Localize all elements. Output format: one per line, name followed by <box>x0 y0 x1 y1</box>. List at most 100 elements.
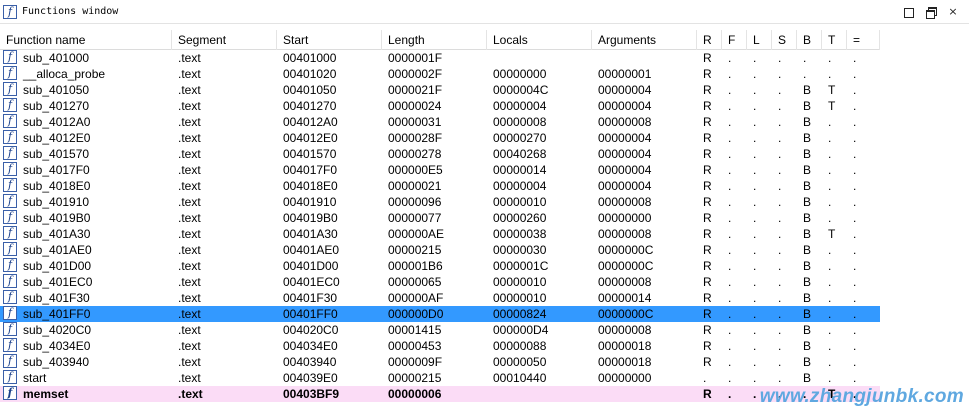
table-row[interactable]: f memset .text 00403BF9 00000006 R.... T. <box>0 386 880 402</box>
start-cell: 00401F30 <box>283 291 338 305</box>
flag-t-cell: . <box>828 259 832 273</box>
function-name: sub_4017F0 <box>23 163 90 177</box>
function-name: sub_4018E0 <box>23 179 91 193</box>
arguments-cell: 00000004 <box>598 99 652 113</box>
flag-f-cell: . <box>728 307 732 321</box>
segment-cell: .text <box>178 243 201 257</box>
function-icon: f <box>3 386 17 400</box>
flag-s-cell: . <box>778 67 782 81</box>
table-row[interactable]: f sub_401000 .text 00401000 0000001F R...... <box>0 50 880 66</box>
flag-b-cell: B <box>803 323 812 337</box>
flag-f-cell: . <box>728 371 732 385</box>
table-row[interactable]: f sub_401910 .text 00401910 00000096 00000010… <box>0 194 880 210</box>
table-row[interactable]: f sub_401A30 .text 00401A30 000000AE 00000038… <box>0 226 880 242</box>
column-header-start[interactable]: Start <box>277 29 382 50</box>
segment-cell: .text <box>178 275 201 289</box>
function-name-cell: f sub_403940 <box>0 354 172 370</box>
length-cell: 00000006 <box>388 387 442 401</box>
flag-eq-cell: . <box>853 115 857 129</box>
flag-r-cell: R <box>703 259 712 273</box>
length-cell: 00000278 <box>388 147 442 161</box>
function-name-cell: f sub_4019B0 <box>0 210 172 226</box>
flag-r-cell: R <box>703 179 712 193</box>
locals-cell: 00000008 <box>493 115 547 129</box>
flag-eq-cell: . <box>853 291 857 305</box>
function-name-cell: f sub_4017F0 <box>0 162 172 178</box>
column-header-length[interactable]: Length <box>382 29 487 50</box>
flag-r-cell: R <box>703 131 712 145</box>
function-name: sub_4012E0 <box>23 131 91 145</box>
length-cell: 000000D0 <box>388 307 444 321</box>
column-header-l[interactable]: L <box>747 29 772 50</box>
flag-s-cell: . <box>778 291 782 305</box>
table-row[interactable]: f sub_4019B0 .text 004019B0 00000077 00000260… <box>0 210 880 226</box>
table-row[interactable]: f sub_4020C0 .text 004020C0 00001415 000000D4… <box>0 322 880 338</box>
column-header-r[interactable]: R <box>697 29 722 50</box>
flag-eq-cell: . <box>853 67 857 81</box>
flag-r-cell: R <box>703 99 712 113</box>
flag-f-cell: . <box>728 147 732 161</box>
arguments-cell: 00000008 <box>598 227 652 241</box>
restore-button[interactable] <box>923 4 939 20</box>
close-button[interactable]: × <box>945 4 961 20</box>
length-cell: 000001B6 <box>388 259 443 273</box>
start-cell: 00401020 <box>283 67 337 81</box>
function-name: sub_401000 <box>23 51 90 65</box>
table-row[interactable]: f sub_4018E0 .text 004018E0 00000021 00000004… <box>0 178 880 194</box>
segment-cell: .text <box>178 51 201 65</box>
arguments-cell: 00000018 <box>598 355 652 369</box>
table-row[interactable]: f sub_401050 .text 00401050 0000021F 0000004C… <box>0 82 880 98</box>
flag-r-cell: R <box>703 163 712 177</box>
column-header-eq[interactable]: = <box>847 29 880 50</box>
flag-r-cell: R <box>703 147 712 161</box>
flag-t-cell: . <box>828 147 832 161</box>
flag-b-cell: B <box>803 339 812 353</box>
table-row[interactable]: f sub_401AE0 .text 00401AE0 00000215 00000030… <box>0 242 880 258</box>
table-row[interactable]: f sub_4034E0 .text 004034E0 00000453 00000088… <box>0 338 880 354</box>
flag-b-cell: B <box>803 211 812 225</box>
function-name: start <box>23 371 47 385</box>
column-header-b[interactable]: B <box>797 29 822 50</box>
flag-b-cell: B <box>803 83 812 97</box>
flag-f-cell: . <box>728 179 732 193</box>
function-name-cell: f start <box>0 370 172 386</box>
flag-b-cell: B <box>803 243 812 257</box>
column-header-f[interactable]: F <box>722 29 747 50</box>
locals-cell: 00000010 <box>493 195 547 209</box>
flag-l-cell: . <box>753 115 757 129</box>
table-row[interactable]: f start .text 004039E0 00000215 00010440 00000… <box>0 370 880 386</box>
column-header-segment[interactable]: Segment <box>172 29 277 50</box>
column-header-t[interactable]: T <box>822 29 847 50</box>
flag-l-cell: . <box>753 67 757 81</box>
column-header-s[interactable]: S <box>772 29 797 50</box>
table-row[interactable]: f sub_4012A0 .text 004012A0 00000031 00000008… <box>0 114 880 130</box>
table-row[interactable]: f sub_401F30 .text 00401F30 000000AF 00000010… <box>0 290 880 306</box>
table-row[interactable]: f sub_401270 .text 00401270 00000024 00000004… <box>0 98 880 114</box>
function-icon: f <box>3 178 17 192</box>
arguments-cell: 00000004 <box>598 179 652 193</box>
table-row[interactable]: f sub_401EC0 .text 00401EC0 00000065 00000010… <box>0 274 880 290</box>
table-row[interactable]: f sub_4017F0 .text 004017F0 000000E5 00000014… <box>0 162 880 178</box>
arguments-cell: 00000001 <box>598 67 652 81</box>
flag-l-cell: . <box>753 275 757 289</box>
function-name-cell: f sub_401F30 <box>0 290 172 306</box>
segment-cell: .text <box>178 99 201 113</box>
table-row[interactable]: f sub_401570 .text 00401570 00000278 00040268… <box>0 146 880 162</box>
column-header-arguments[interactable]: Arguments <box>592 29 697 50</box>
function-name-cell: f sub_401D00 <box>0 258 172 274</box>
table-row[interactable]: f sub_4012E0 .text 004012E0 0000028F 00000270… <box>0 130 880 146</box>
table-row[interactable]: f sub_401FF0 .text 00401FF0 000000D0 00000824… <box>0 306 880 322</box>
table-row[interactable]: f sub_403940 .text 00403940 0000009F 00000050… <box>0 354 880 370</box>
table-row[interactable]: f __alloca_probe .text 00401020 0000002F 0000… <box>0 66 880 82</box>
column-header-function-name[interactable]: Function name <box>0 29 172 50</box>
flag-f-cell: . <box>728 243 732 257</box>
length-cell: 0000028F <box>388 131 443 145</box>
start-cell: 00403940 <box>283 355 337 369</box>
flag-eq-cell: . <box>853 179 857 193</box>
function-name: sub_401EC0 <box>23 275 93 289</box>
table-body: f sub_401000 .text 00401000 0000001F R...... f… <box>0 50 880 402</box>
minimize-button[interactable] <box>901 4 917 20</box>
table-row[interactable]: f sub_401D00 .text 00401D00 000001B6 0000001C… <box>0 258 880 274</box>
column-header-locals[interactable]: Locals <box>487 29 592 50</box>
start-cell: 00401570 <box>283 147 337 161</box>
